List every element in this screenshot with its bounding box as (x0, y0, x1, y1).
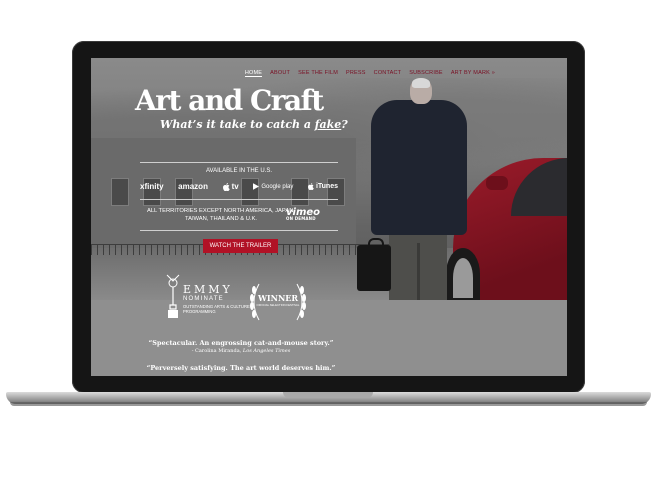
nav-about[interactable]: ABOUT (270, 70, 290, 77)
tagline-prefix: What’s it take to catch a (160, 118, 315, 131)
available-label: AVAILABLE IN THE U.S. (205, 168, 273, 174)
nav-art-by-mark[interactable]: ART BY MARK » (451, 70, 495, 77)
festival-winner: WINNER OFFICIAL SELECTION FESTIVAL (249, 282, 307, 322)
apple-tv-link[interactable]: tv (222, 182, 239, 191)
itunes-apple-icon (307, 183, 314, 190)
xfinity-link[interactable]: xfinity (140, 182, 164, 191)
google-play-link[interactable]: Google play (253, 183, 293, 190)
emmy-category: OUTSTANDING ARTS & CULTURE PROGRAMMING (183, 304, 250, 315)
winner-festival: OFFICIAL SELECTION FESTIVAL (256, 303, 300, 307)
divider (140, 162, 338, 163)
platform-list: xfinity amazon tv Google play iTunes (140, 182, 338, 191)
territories-text: ALL TERRITORIES EXCEPT NORTH AMERICA, JA… (146, 208, 296, 222)
vimeo-on-demand-link[interactable]: vimeo ON DEMAND (286, 208, 320, 221)
emmy-statue-icon (166, 274, 180, 318)
tagline-suffix: ? (341, 118, 348, 131)
review-author: - Carolina Miranda, (191, 348, 243, 354)
review-publication: Los Angeles Times (242, 348, 291, 354)
nav-subscribe[interactable]: SUBSCRIBE (409, 70, 443, 77)
film-title: Art and Craft (135, 84, 324, 117)
apple-tv-logo: tv (231, 182, 239, 191)
google-play-logo: Google play (261, 183, 294, 190)
car-rim (453, 258, 473, 298)
briefcase (357, 245, 391, 291)
building-window (111, 178, 129, 206)
divider (140, 199, 338, 200)
nav-home[interactable]: HOME (244, 70, 263, 77)
nav-contact[interactable]: CONTACT (374, 70, 402, 77)
tagline-emphasis: fake (314, 118, 342, 131)
xfinity-logo: xfinity (140, 182, 164, 191)
laptop-notch (283, 392, 373, 398)
amazon-logo: amazon (178, 182, 208, 191)
winner-label: WINNER (257, 293, 299, 303)
review-source: - Carolina Miranda, Los Angeles Times (91, 348, 391, 354)
building-background (91, 138, 356, 253)
review-quote: “Perversely satisfying. The art world de… (146, 364, 336, 372)
itunes-logo: iTunes (315, 183, 338, 190)
itunes-link[interactable]: iTunes (307, 183, 338, 190)
vimeo-tagline: ON DEMAND (286, 216, 316, 221)
review-quote: “Spectacular. An engrossing cat-and-mous… (148, 339, 334, 347)
film-tagline: What’s it take to catch a fake? (160, 118, 348, 131)
man-hair (412, 78, 430, 88)
emmy-nomination: EMMY NOMINATE OUTSTANDING ARTS & CULTURE… (165, 273, 250, 333)
watch-trailer-button[interactable]: WATCH THE TRAILER (203, 239, 278, 253)
laptop-base-shadow (10, 402, 647, 406)
emmy-word: EMMY (183, 283, 233, 296)
nav-press[interactable]: PRESS (346, 70, 366, 77)
amazon-link[interactable]: amazon (178, 182, 208, 191)
main-nav: HOME ABOUT SEE THE FILM PRESS CONTACT SU… (244, 70, 495, 77)
emmy-status: NOMINATE (183, 296, 224, 302)
divider (140, 230, 338, 231)
man-jacket (371, 100, 467, 235)
apple-icon (222, 182, 230, 191)
laptop-screen: HOME ABOUT SEE THE FILM PRESS CONTACT SU… (91, 58, 567, 376)
car-mirror (486, 176, 508, 190)
man-trousers-seam (417, 243, 420, 300)
nav-see-the-film[interactable]: SEE THE FILM (298, 70, 338, 77)
google-play-icon (253, 183, 260, 190)
